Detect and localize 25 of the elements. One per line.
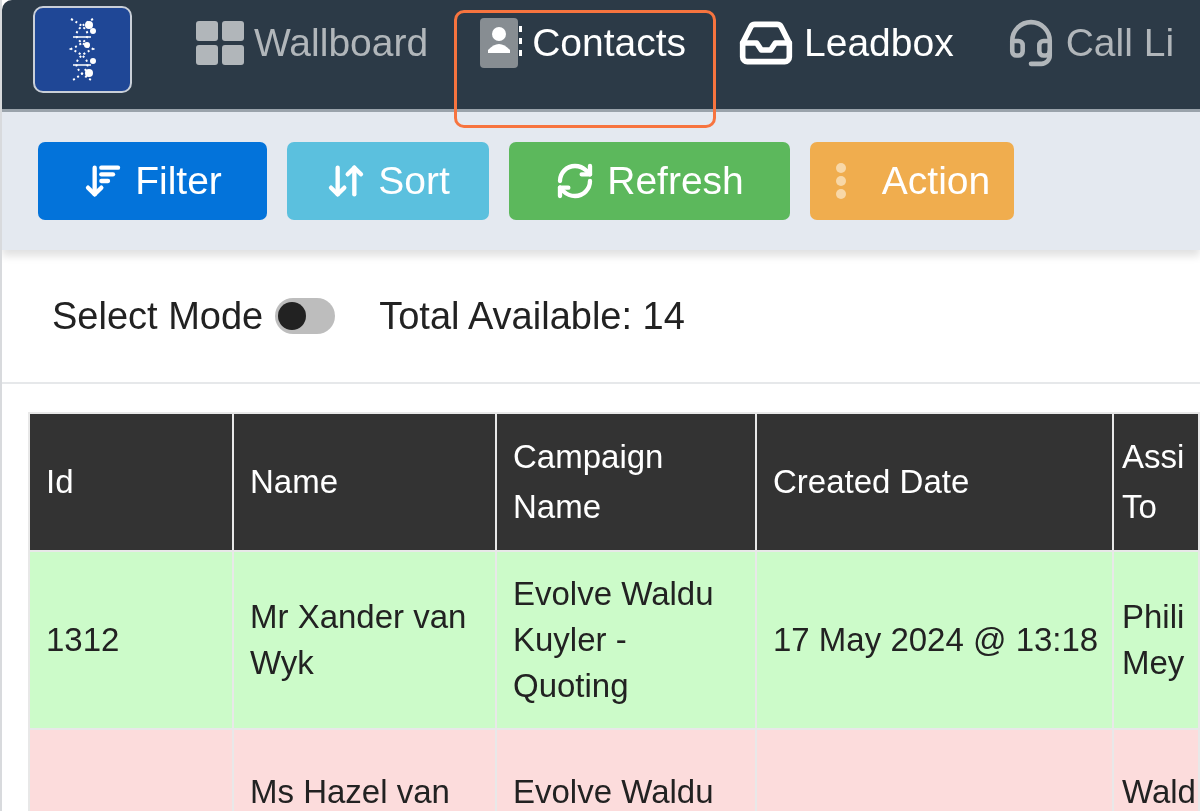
nav-link[interactable]: Call Li (979, 0, 1200, 86)
nav-link[interactable]: Contacts (454, 0, 713, 86)
column-header[interactable]: Campaign Name (497, 414, 755, 550)
column-header[interactable]: Created Date (757, 414, 1112, 550)
vertical-dots-icon (833, 161, 848, 201)
logo[interactable] (33, 6, 132, 93)
contact-book-icon (480, 18, 523, 68)
table-cell: 1312 (30, 552, 232, 728)
table-cell: Evolve Waldu (497, 730, 755, 811)
column-header[interactable]: Assi To (1114, 414, 1198, 550)
column-header[interactable]: Name (234, 414, 495, 550)
total-available-text: Total Available: 14 (379, 294, 685, 338)
nav-link[interactable]: Leadbox (712, 0, 980, 86)
table-cell: Phili Mey (1114, 552, 1198, 728)
table-cell: 17 May 2024 @ 13:18 (757, 552, 1112, 728)
select-mode-label: Select Mode (52, 294, 264, 338)
table-cell: Evolve Waldu Kuyler - Quoting (497, 552, 755, 728)
filter-button[interactable]: Filter (38, 142, 267, 220)
table-cell: Ms Hazel van (234, 730, 495, 811)
table-cell: Mr Xander van Wyk (234, 552, 495, 728)
grid-icon (196, 21, 244, 65)
nav-link[interactable]: Wallboard (170, 0, 455, 86)
select-mode-toggle[interactable] (275, 298, 336, 334)
column-header[interactable]: Id (30, 414, 232, 550)
table-cell: Wald (1114, 730, 1198, 811)
